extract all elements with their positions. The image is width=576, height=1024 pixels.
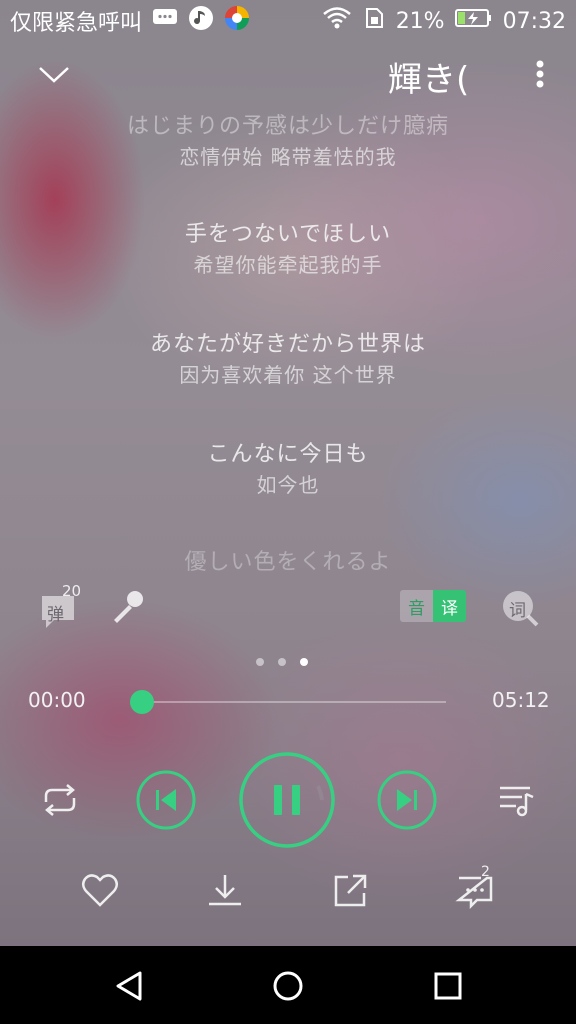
translation-option[interactable]: 译: [433, 590, 466, 622]
lyric-line-group: はじまりの予感は少しだけ臆病 恋情伊始 略带羞怯的我: [0, 112, 576, 172]
battery-percent: 21%: [395, 8, 445, 34]
more-options-button[interactable]: [528, 56, 552, 92]
playback-controls: [0, 748, 576, 852]
danmu-button[interactable]: 弹 20: [38, 582, 88, 632]
next-button[interactable]: [377, 770, 437, 830]
lyric-original: あなたが好きだから世界は: [149, 332, 426, 357]
playlist-icon: [500, 786, 534, 817]
player-header: 輝き(: [0, 48, 576, 100]
colorful-app-icon: [224, 5, 250, 37]
total-time: 05:12: [492, 688, 550, 712]
lyric-original: 手をつないでほしい: [184, 222, 392, 247]
danmu-count: 20: [62, 582, 82, 600]
skip-next-icon: [377, 770, 437, 830]
music-app-icon: [188, 5, 214, 37]
seek-thumb[interactable]: [130, 690, 154, 714]
page-indicator: [256, 656, 320, 668]
collapse-button[interactable]: [34, 56, 74, 92]
lyric-original: はじまりの予感は少しだけ臆病: [126, 114, 449, 139]
lyric-original: こんなに今日も: [207, 442, 369, 467]
lyric-translation: 因为喜欢着你 这个世界: [179, 363, 397, 387]
skip-previous-icon: [136, 770, 196, 830]
progress-bar: 00:00 05:12: [0, 680, 576, 724]
home-button[interactable]: [268, 966, 308, 1006]
download-icon: [209, 875, 241, 906]
lyric-tools: 弹 20 音 译 词: [0, 580, 576, 636]
current-time: 00:00: [28, 688, 86, 712]
microphone-button[interactable]: [108, 586, 148, 626]
status-left: 仅限紧急呼叫: [10, 5, 250, 37]
playlist-button[interactable]: [496, 780, 536, 820]
lyric-translation: 希望你能牵起我的手: [193, 253, 383, 277]
battery-charging-icon: [454, 7, 493, 35]
lyric-line-group: 優しい色をくれるよ: [0, 548, 576, 578]
page-dot: [256, 658, 264, 666]
microphone-icon: [114, 591, 143, 623]
back-triangle-icon: [116, 971, 142, 1001]
lyric-original: 優しい色をくれるよ: [184, 550, 392, 575]
comment-count: 2: [481, 864, 490, 880]
clock: 07:32: [502, 8, 566, 34]
sim-icon: [362, 6, 386, 36]
pause-icon: [239, 752, 335, 848]
home-circle-icon: [273, 971, 303, 1001]
page-dot-active: [300, 658, 308, 666]
chevron-down-icon: [39, 67, 69, 83]
download-button[interactable]: [205, 870, 245, 910]
song-title: 輝き(: [388, 60, 470, 96]
song-actions: 2: [0, 864, 576, 916]
lyric-line-group: あなたが好きだから世界は 因为喜欢着你 这个世界: [0, 330, 576, 390]
share-icon: [334, 874, 367, 907]
share-button[interactable]: [330, 870, 370, 910]
chat-bubble-icon: [152, 7, 178, 35]
lyric-translation: 恋情伊始 略带羞怯的我: [179, 145, 397, 169]
wifi-icon: [322, 6, 352, 36]
page-dot: [278, 658, 286, 666]
system-navigation-bar: [0, 946, 576, 1024]
status-right: 21% 07:32: [322, 6, 566, 36]
heart-icon: [82, 874, 118, 907]
more-vertical-icon: [536, 60, 544, 88]
recents-square-icon: [434, 972, 462, 1000]
lyric-translation: 如今也: [256, 473, 320, 497]
status-bar: 仅限紧急呼叫 21% 07:32: [0, 0, 576, 42]
carrier-text: 仅限紧急呼叫: [10, 11, 143, 36]
lyrics-view[interactable]: はじまりの予感は少しだけ臆病 恋情伊始 略带羞怯的我 手をつないでほしい 希望你…: [0, 108, 576, 578]
comment-button[interactable]: 2: [455, 864, 495, 910]
lyric-search-label: 词: [509, 601, 526, 621]
translate-toggle[interactable]: 音 译: [400, 590, 466, 622]
lyric-line-group: こんなに今日も 如今也: [0, 440, 576, 500]
play-pause-button[interactable]: [238, 751, 336, 849]
original-option[interactable]: 音: [400, 590, 433, 622]
repeat-icon: [44, 784, 76, 816]
lyric-line-group: 手をつないでほしい 希望你能牵起我的手: [0, 220, 576, 280]
back-button[interactable]: [110, 966, 150, 1006]
like-button[interactable]: [80, 870, 120, 910]
previous-button[interactable]: [136, 770, 196, 830]
seek-track[interactable]: [142, 701, 446, 703]
recents-button[interactable]: [428, 966, 468, 1006]
danmu-label: 弹: [47, 605, 64, 625]
lyric-search-button[interactable]: 词: [500, 588, 540, 628]
repeat-button[interactable]: [38, 780, 82, 820]
